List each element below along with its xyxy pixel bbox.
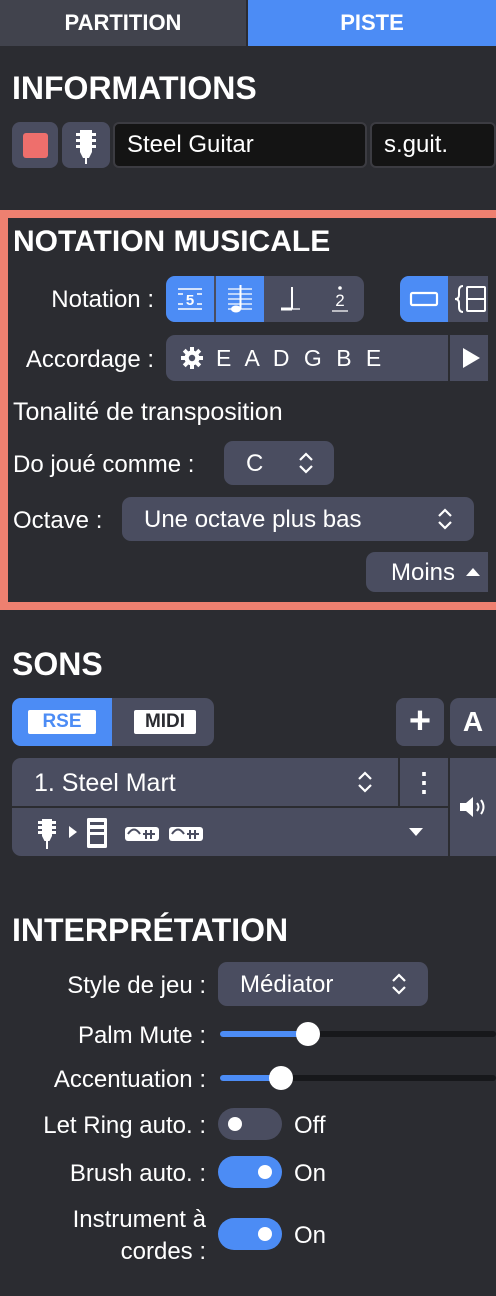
toggle-dot [258, 1227, 272, 1241]
rhythm-stem-icon [281, 287, 300, 311]
tablature-button[interactable]: 5 [166, 276, 214, 322]
preset-name: 1. Steel Mart [34, 769, 176, 797]
tab-piste[interactable]: PISTE [248, 0, 496, 46]
guitar-head-icon [38, 819, 56, 849]
track-color-button[interactable] [12, 122, 58, 168]
automation-button[interactable]: A [450, 698, 496, 746]
staff-note-icon [228, 285, 252, 313]
play-icon [463, 348, 480, 368]
up-down-chevron-icon [438, 508, 452, 530]
multi-staff-button[interactable] [450, 276, 488, 322]
sound-preset-panel: 1. Steel Mart ⋮ [12, 758, 448, 856]
notation-segmented-control: 5 2 [166, 276, 364, 322]
speaker-icon [460, 797, 485, 817]
informations-title: INFORMATIONS [12, 70, 257, 106]
signal-chain[interactable] [12, 808, 448, 856]
tuning-label: Accordage : [25, 346, 154, 373]
standard-notation-button[interactable] [216, 276, 264, 322]
string-instrument-label-line2: cordes : [120, 1238, 206, 1265]
caret-down-icon [409, 828, 423, 836]
add-sound-button[interactable]: + [396, 698, 444, 746]
play-style-value: Médiator [240, 971, 334, 998]
brush-label: Brush auto. : [69, 1160, 206, 1187]
track-short-name-field[interactable]: s.guit. [370, 122, 496, 168]
preset-select[interactable]: 1. Steel Mart [12, 758, 398, 806]
played-as-label: Do joué comme : [13, 451, 195, 478]
track-name-field[interactable]: Steel Guitar [113, 122, 367, 168]
svg-text:2: 2 [335, 291, 344, 310]
tab-bar: PARTITION PISTE [0, 0, 496, 46]
gear-icon [181, 347, 203, 369]
sons-title: SONS [12, 646, 103, 682]
let-ring-toggle[interactable] [218, 1108, 282, 1140]
less-button-label: Moins [391, 559, 456, 586]
string-instrument-label-line1: Instrument à [72, 1206, 206, 1233]
octave-select[interactable]: Une octave plus bas [122, 497, 474, 541]
sound-engine-control: RSE MIDI [12, 698, 214, 746]
midi-label: MIDI [134, 710, 196, 734]
single-staff-button[interactable] [400, 276, 448, 322]
toggle-dot [228, 1117, 242, 1131]
interpretation-title: INTERPRÉTATION [12, 912, 289, 948]
play-style-label: Style de jeu : [67, 972, 206, 999]
instrument-icon-button[interactable] [62, 122, 110, 168]
tab-partition[interactable]: PARTITION [0, 0, 246, 46]
amp-icon [87, 818, 107, 848]
less-button[interactable]: Moins [366, 552, 488, 592]
up-down-chevron-icon [358, 771, 372, 793]
brace-staff-icon [454, 285, 486, 313]
transposition-title: Tonalité de transposition [13, 398, 283, 426]
single-staff-icon [409, 291, 439, 307]
rse-label: RSE [28, 710, 96, 734]
palm-mute-slider[interactable] [220, 1021, 496, 1047]
brush-toggle[interactable] [218, 1156, 282, 1188]
volume-button[interactable] [450, 758, 496, 856]
toggle-dot [258, 1165, 272, 1179]
slider-fill [220, 1031, 308, 1037]
octave-value: Une octave plus bas [144, 506, 362, 533]
rhythm-notation-button[interactable] [266, 276, 314, 322]
string-instrument-toggle[interactable] [218, 1218, 282, 1250]
tablature-icon: 5 [178, 288, 202, 310]
midi-button[interactable]: MIDI [114, 698, 214, 746]
accent-slider[interactable] [220, 1065, 496, 1091]
view-mode-control [400, 276, 488, 322]
tuning-play-button[interactable] [450, 335, 488, 381]
brush-state: On [294, 1160, 327, 1187]
played-as-select[interactable]: C [224, 441, 334, 485]
guitar-head-icon [76, 130, 96, 164]
notation-label: Notation : [51, 286, 154, 313]
tuning-button[interactable]: E A D G B E [166, 335, 448, 381]
octave-label: Octave : [13, 507, 103, 534]
up-down-chevron-icon [392, 973, 406, 995]
let-ring-state: Off [294, 1112, 326, 1139]
slash-notation-button[interactable]: 2 [316, 276, 364, 322]
chain-arrow-icon [69, 826, 77, 838]
svg-text:5: 5 [186, 292, 194, 309]
slash-number-icon: 2 [332, 286, 348, 312]
let-ring-label: Let Ring auto. : [43, 1112, 206, 1139]
string-instrument-state: On [294, 1222, 327, 1249]
track-color-swatch [23, 133, 48, 158]
tuning-value: E A D G B E [216, 345, 386, 371]
caret-up-icon [466, 568, 480, 576]
effect-pedal-icon [125, 827, 159, 841]
accent-label: Accentuation : [53, 1066, 206, 1093]
notation-title: NOTATION MUSICALE [13, 225, 331, 258]
played-as-value: C [246, 450, 264, 477]
effect-pedal-icon [169, 827, 203, 841]
play-style-select[interactable]: Médiator [218, 962, 428, 1006]
preset-more-button[interactable]: ⋮ [400, 758, 448, 806]
slider-knob[interactable] [269, 1066, 293, 1090]
up-down-chevron-icon [299, 452, 313, 474]
slider-knob[interactable] [296, 1022, 320, 1046]
rse-button[interactable]: RSE [12, 698, 112, 746]
palm-mute-label: Palm Mute : [77, 1022, 206, 1049]
